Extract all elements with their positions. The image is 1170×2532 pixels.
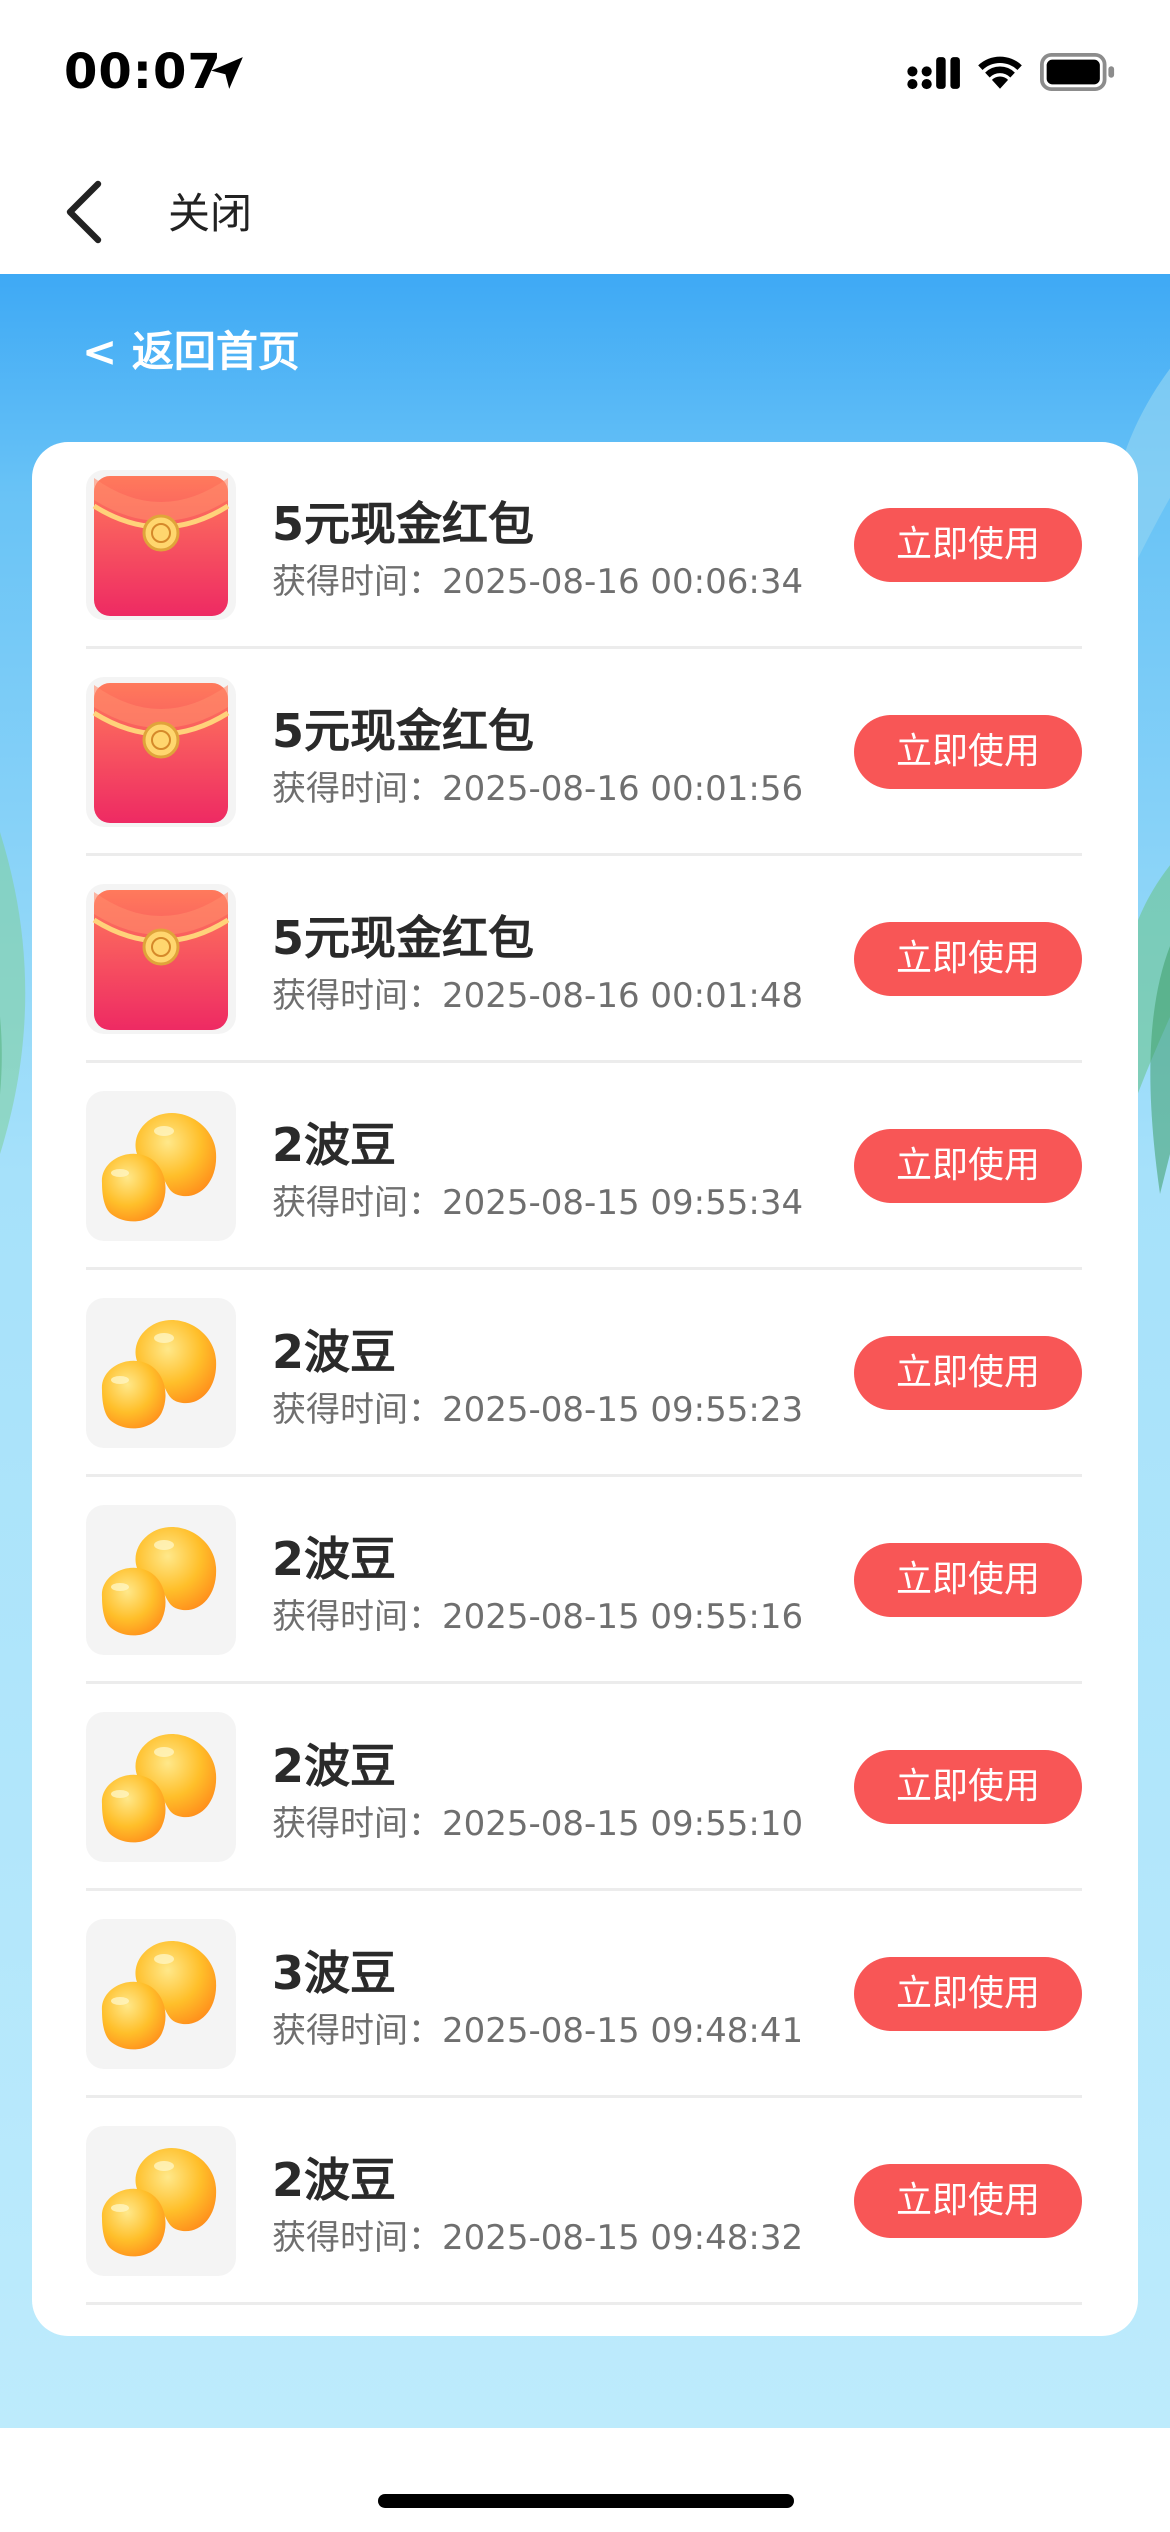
reward-time-value: 2025-08-16 00:01:56 bbox=[442, 769, 804, 809]
reward-time-label: 获得时间： bbox=[272, 1804, 442, 1844]
use-now-button[interactable]: 立即使用 bbox=[854, 1543, 1082, 1617]
reward-title: 5元现金红包 bbox=[272, 704, 535, 758]
reward-list: 5元现金红包 获得时间：2025-08-16 00:06:34 立即使用 5元现金红… bbox=[86, 442, 1082, 2305]
reward-time-label: 获得时间： bbox=[272, 2011, 442, 2051]
close-link[interactable]: 关闭 bbox=[168, 180, 252, 241]
reward-title: 2波豆 bbox=[272, 1325, 397, 1379]
red-envelope-icon bbox=[86, 677, 236, 827]
reward-list-item: 5元现金红包 获得时间：2025-08-16 00:01:48 立即使用 bbox=[86, 856, 1082, 1063]
reward-list-item: 3波豆 获得时间：2025-08-15 09:48:41 立即使用 bbox=[86, 1891, 1082, 2098]
reward-obtained-time: 获得时间：2025-08-15 09:55:23 bbox=[272, 1382, 803, 1431]
reward-time-label: 获得时间： bbox=[272, 2218, 442, 2258]
use-now-button[interactable]: 立即使用 bbox=[854, 715, 1082, 789]
use-now-button[interactable]: 立即使用 bbox=[854, 2164, 1082, 2238]
reward-obtained-time: 获得时间：2025-08-15 09:55:34 bbox=[272, 1175, 803, 1224]
reward-obtained-time: 获得时间：2025-08-15 09:48:32 bbox=[272, 2210, 803, 2259]
reward-title: 5元现金红包 bbox=[272, 911, 535, 965]
beans-icon bbox=[86, 1919, 236, 2069]
reward-list-item: 5元现金红包 获得时间：2025-08-16 00:01:56 立即使用 bbox=[86, 649, 1082, 856]
reward-time-label: 获得时间： bbox=[272, 562, 442, 602]
content-background: < 返回首页 5元现金红包 获得时间：2025-08-16 00:06:34 立即使… bbox=[0, 274, 1170, 2428]
beans-icon bbox=[86, 1298, 236, 1448]
reward-time-value: 2025-08-16 00:06:34 bbox=[442, 562, 804, 602]
reward-obtained-time: 获得时间：2025-08-16 00:01:48 bbox=[272, 968, 803, 1017]
reward-time-value: 2025-08-15 09:55:10 bbox=[442, 1804, 804, 1844]
reward-obtained-time: 获得时间：2025-08-16 00:06:34 bbox=[272, 554, 803, 603]
reward-list-item: 2波豆 获得时间：2025-08-15 09:55:16 立即使用 bbox=[86, 1477, 1082, 1684]
bottom-bar bbox=[0, 2428, 1170, 2532]
cellular-signal-icon bbox=[907, 57, 960, 90]
use-now-button[interactable]: 立即使用 bbox=[854, 1750, 1082, 1824]
reward-time-value: 2025-08-15 09:55:23 bbox=[442, 1390, 804, 1430]
reward-list-item: 5元现金红包 获得时间：2025-08-16 00:06:34 立即使用 bbox=[86, 442, 1082, 649]
status-bar: 00:07 bbox=[0, 0, 1170, 150]
back-home-link[interactable]: < 返回首页 bbox=[82, 318, 300, 379]
nav-bar: 关闭 bbox=[0, 150, 1170, 274]
location-arrow-icon bbox=[211, 57, 243, 89]
reward-title: 2波豆 bbox=[272, 1739, 397, 1793]
beans-icon bbox=[86, 1505, 236, 1655]
red-envelope-icon bbox=[86, 470, 236, 620]
reward-title: 2波豆 bbox=[272, 1118, 397, 1172]
reward-list-item: 2波豆 获得时间：2025-08-15 09:55:10 立即使用 bbox=[86, 1684, 1082, 1891]
reward-time-value: 2025-08-15 09:55:34 bbox=[442, 1183, 804, 1223]
red-envelope-icon bbox=[86, 884, 236, 1034]
home-indicator[interactable] bbox=[378, 2494, 794, 2508]
wifi-icon bbox=[978, 56, 1022, 89]
status-time: 00:07 bbox=[64, 44, 222, 100]
use-now-button[interactable]: 立即使用 bbox=[854, 1957, 1082, 2031]
reward-title: 3波豆 bbox=[272, 1946, 397, 2000]
reward-list-item: 2波豆 获得时间：2025-08-15 09:48:32 立即使用 bbox=[86, 2098, 1082, 2305]
reward-time-label: 获得时间： bbox=[272, 1597, 442, 1637]
reward-obtained-time: 获得时间：2025-08-16 00:01:56 bbox=[272, 761, 803, 810]
reward-title: 2波豆 bbox=[272, 1532, 397, 1586]
reward-time-label: 获得时间： bbox=[272, 976, 442, 1016]
reward-time-label: 获得时间： bbox=[272, 1183, 442, 1223]
beans-icon bbox=[86, 1091, 236, 1241]
reward-title: 5元现金红包 bbox=[272, 497, 535, 551]
reward-title: 2波豆 bbox=[272, 2153, 397, 2207]
battery-icon bbox=[1040, 53, 1115, 91]
reward-time-value: 2025-08-16 00:01:48 bbox=[442, 976, 804, 1016]
reward-obtained-time: 获得时间：2025-08-15 09:55:16 bbox=[272, 1589, 803, 1638]
reward-obtained-time: 获得时间：2025-08-15 09:48:41 bbox=[272, 2003, 803, 2052]
reward-obtained-time: 获得时间：2025-08-15 09:55:10 bbox=[272, 1796, 803, 1845]
use-now-button[interactable]: 立即使用 bbox=[854, 508, 1082, 582]
reward-time-label: 获得时间： bbox=[272, 769, 442, 809]
beans-icon bbox=[86, 1712, 236, 1862]
back-chevron-icon[interactable] bbox=[58, 176, 114, 248]
reward-time-value: 2025-08-15 09:55:16 bbox=[442, 1597, 804, 1637]
reward-time-value: 2025-08-15 09:48:41 bbox=[442, 2011, 804, 2051]
rewards-card: 5元现金红包 获得时间：2025-08-16 00:06:34 立即使用 5元现金红… bbox=[32, 442, 1138, 2336]
use-now-button[interactable]: 立即使用 bbox=[854, 1129, 1082, 1203]
reward-time-label: 获得时间： bbox=[272, 1390, 442, 1430]
reward-time-value: 2025-08-15 09:48:32 bbox=[442, 2218, 804, 2258]
use-now-button[interactable]: 立即使用 bbox=[854, 1336, 1082, 1410]
reward-list-item: 2波豆 获得时间：2025-08-15 09:55:23 立即使用 bbox=[86, 1270, 1082, 1477]
use-now-button[interactable]: 立即使用 bbox=[854, 922, 1082, 996]
reward-list-item: 2波豆 获得时间：2025-08-15 09:55:34 立即使用 bbox=[86, 1063, 1082, 1270]
beans-icon bbox=[86, 2126, 236, 2276]
